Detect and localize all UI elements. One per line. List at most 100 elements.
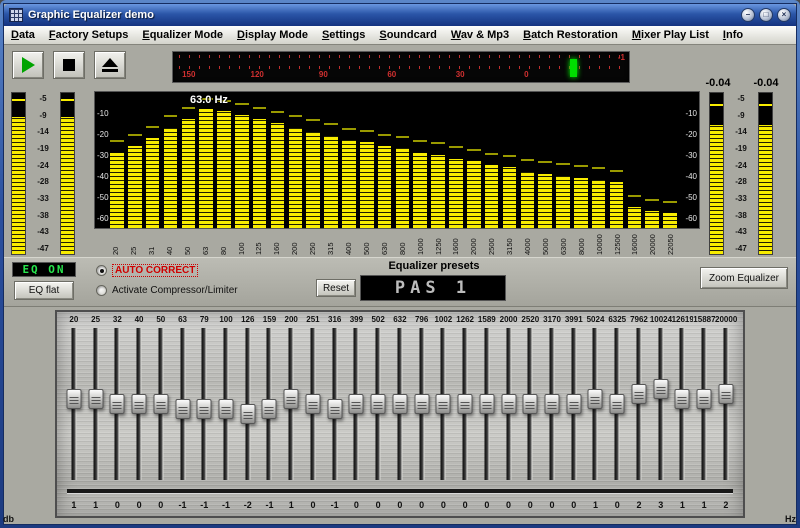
eq-slider-band-32[interactable] [106, 326, 128, 482]
eq-slider-handle[interactable] [197, 399, 212, 419]
auto-correct-option[interactable]: AUTO CORRECT [96, 264, 198, 277]
compressor-option[interactable]: Activate Compressor/Limiter [96, 285, 238, 296]
menu-item-wav-mp3[interactable]: Wav & Mp3 [444, 29, 516, 41]
eq-slider-handle[interactable] [414, 394, 429, 414]
eq-slider-band-25[interactable] [85, 326, 107, 482]
eq-slider-band-7962[interactable] [628, 326, 650, 482]
menu-item-info[interactable]: Info [716, 29, 750, 41]
spectrum-peak [663, 201, 677, 203]
menu-item-batch-restoration[interactable]: Batch Restoration [516, 29, 625, 41]
eq-slider-band-126[interactable] [237, 326, 259, 482]
eq-slider-band-159[interactable] [259, 326, 281, 482]
eq-flat-button[interactable]: EQ flat [14, 281, 74, 300]
eq-slider-handle[interactable] [110, 394, 125, 414]
eq-slider-band-316[interactable] [324, 326, 346, 482]
eq-slider-band-15887[interactable] [693, 326, 715, 482]
close-button[interactable]: × [777, 8, 791, 22]
eq-slider-handle[interactable] [545, 394, 560, 414]
spectrum-peak [164, 115, 178, 117]
eq-slider-handle[interactable] [653, 379, 668, 399]
menu-item-settings[interactable]: Settings [315, 29, 372, 41]
spectrum-band [554, 93, 572, 228]
eq-slider-handle[interactable] [523, 394, 538, 414]
eq-slider-band-2520[interactable] [519, 326, 541, 482]
eq-slider-handle[interactable] [66, 389, 81, 409]
eq-slider-band-40[interactable] [128, 326, 150, 482]
eq-value-label: -1 [215, 500, 237, 510]
eq-slider-handle[interactable] [262, 399, 277, 419]
eq-slider-handle[interactable] [458, 394, 473, 414]
eq-slider-handle[interactable] [566, 394, 581, 414]
eq-slider-band-1262[interactable] [454, 326, 476, 482]
spectrum-peak [110, 140, 124, 142]
eq-slider-handle[interactable] [392, 394, 407, 414]
eq-slider-band-5024[interactable] [585, 326, 607, 482]
eq-slider-band-251[interactable] [302, 326, 324, 482]
eq-slider-band-1002[interactable] [432, 326, 454, 482]
eq-slider-band-10024[interactable] [650, 326, 672, 482]
eq-slider-handle[interactable] [436, 394, 451, 414]
eq-freq-label: 10024 [650, 315, 672, 324]
auto-correct-radio[interactable] [96, 265, 107, 276]
eq-slider-band-6325[interactable] [606, 326, 628, 482]
menu-item-mixer-play-list[interactable]: Mixer Play List [625, 29, 716, 41]
eq-slider-handle[interactable] [219, 399, 234, 419]
menu-item-factory-setups[interactable]: Factory Setups [42, 29, 135, 41]
eq-slider-band-50[interactable] [150, 326, 172, 482]
eq-slider-band-1589[interactable] [476, 326, 498, 482]
eq-slider-band-12619[interactable] [672, 326, 694, 482]
zoom-equalizer-button[interactable]: Zoom Equalizer [700, 267, 788, 289]
spectrum-band [144, 93, 162, 228]
menu-item-equalizer-mode[interactable]: Equalizer Mode [135, 29, 230, 41]
eq-slider-handle[interactable] [132, 394, 147, 414]
play-button[interactable] [12, 51, 44, 79]
eq-slider-handle[interactable] [631, 384, 646, 404]
eq-slider-handle[interactable] [240, 404, 255, 424]
spectrum-band [108, 93, 126, 228]
menu-item-soundcard[interactable]: Soundcard [372, 29, 443, 41]
eq-slider-handle[interactable] [588, 389, 603, 409]
eq-slider-handle[interactable] [675, 389, 690, 409]
eq-slider-handle[interactable] [610, 394, 625, 414]
eq-slider-band-20000[interactable] [715, 326, 737, 482]
menu-item-display-mode[interactable]: Display Mode [230, 29, 315, 41]
maximize-button[interactable]: □ [759, 8, 773, 22]
eq-slider-handle[interactable] [284, 389, 299, 409]
eq-slider-band-796[interactable] [411, 326, 433, 482]
peak-readout-right: -0.04 [753, 77, 778, 89]
eq-slider-handle[interactable] [501, 394, 516, 414]
eq-slider-handle[interactable] [305, 394, 320, 414]
menu-item-data[interactable]: Data [4, 29, 42, 41]
x-axis-label: 1250 [429, 230, 447, 255]
eq-slider-band-100[interactable] [215, 326, 237, 482]
eq-slider-handle[interactable] [697, 389, 712, 409]
minimize-button[interactable]: – [741, 8, 755, 22]
eq-slider-handle[interactable] [175, 399, 190, 419]
eq-slider-band-632[interactable] [389, 326, 411, 482]
stop-button[interactable] [53, 51, 85, 79]
eq-slider-handle[interactable] [718, 384, 733, 404]
meter-scale-label: -24 [730, 161, 752, 170]
eq-slider-band-3170[interactable] [541, 326, 563, 482]
eq-slider-band-2000[interactable] [498, 326, 520, 482]
eq-slider-band-63[interactable] [172, 326, 194, 482]
spectrum-band [126, 93, 144, 228]
eq-slider-band-3991[interactable] [563, 326, 585, 482]
eq-slider-band-502[interactable] [367, 326, 389, 482]
eq-slider-handle[interactable] [349, 394, 364, 414]
eq-slider-band-399[interactable] [346, 326, 368, 482]
eq-slider-handle[interactable] [153, 394, 168, 414]
eq-slider-band-200[interactable] [280, 326, 302, 482]
eq-slider-band-20[interactable] [63, 326, 85, 482]
eq-slider-band-79[interactable] [193, 326, 215, 482]
reset-button[interactable]: Reset [316, 279, 356, 297]
eq-slider-handle[interactable] [371, 394, 386, 414]
eq-slider-handle[interactable] [327, 399, 342, 419]
eq-value-label: -1 [324, 500, 346, 510]
x-axis-label: 3150 [501, 230, 519, 255]
eject-button[interactable] [94, 51, 126, 79]
eq-slider-handle[interactable] [479, 394, 494, 414]
meter-scale-label: 150 [182, 70, 195, 79]
eq-slider-handle[interactable] [88, 389, 103, 409]
compressor-radio[interactable] [96, 285, 107, 296]
